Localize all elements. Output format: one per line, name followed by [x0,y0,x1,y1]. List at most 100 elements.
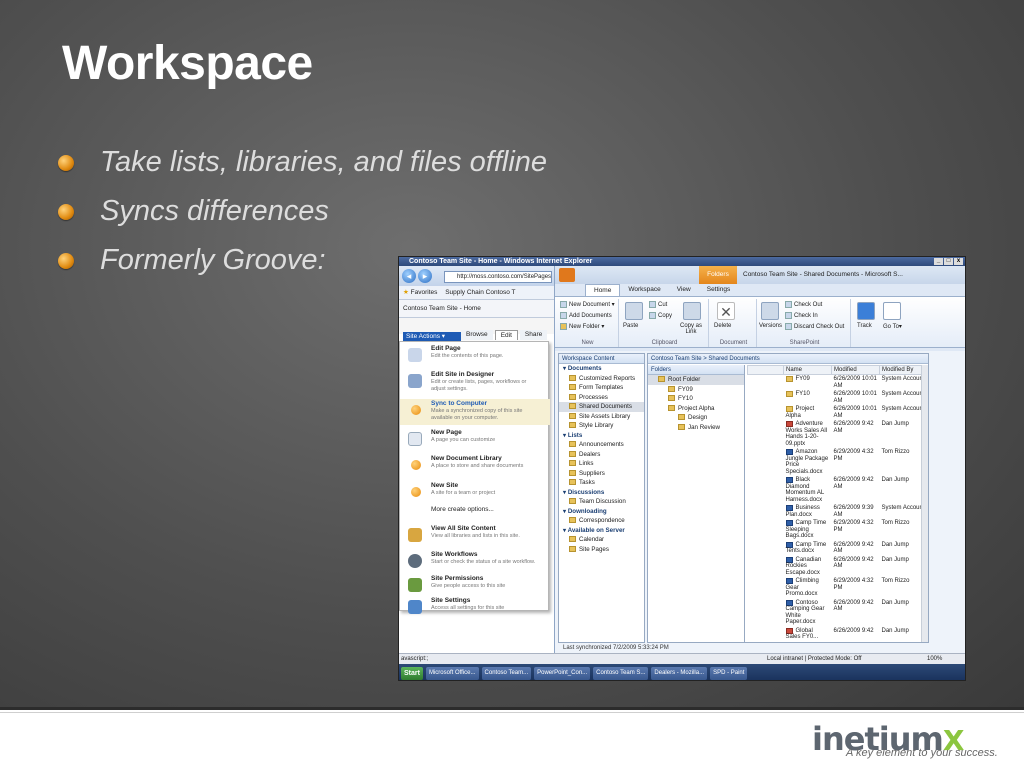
tree-item[interactable]: Correspondence [559,516,644,526]
paste-icon[interactable] [625,302,643,320]
folder-item[interactable]: Project Alpha [648,404,744,414]
close-icon[interactable]: x [954,258,963,265]
tab-settings[interactable]: Settings [699,284,739,296]
menu-item-more-create[interactable]: More create options... [400,504,550,518]
tree-item[interactable]: Site Assets Library [559,412,644,422]
add-documents-button[interactable]: Add Documents [560,312,612,319]
table-row[interactable]: Amazon Jungle Package Price Specials.doc… [748,448,928,476]
table-row[interactable]: Project Alpha 6/26/2009 10:01 AM System Ac… [748,405,928,420]
tab-share[interactable]: Share [519,330,548,340]
table-row[interactable]: Canadian Rockies Escape.docx 6/26/2009 9:… [748,556,928,578]
table-row[interactable]: Contoso Camping Gear White Paper.docx 6/2… [748,599,928,627]
tree-section-header[interactable]: ▾ Lists [559,431,644,441]
address-bar[interactable]: http://moss.contoso.com/SitePages [444,271,552,283]
versions-icon[interactable] [761,302,779,320]
tab-home[interactable]: Home [585,284,621,296]
menu-item-site-permissions[interactable]: Site Permissions Give people access to th… [400,574,550,598]
tree-item[interactable]: Team Discussion [559,497,644,507]
table-row[interactable]: Black Diamond Momentum AL Harness.docx 6/… [748,476,928,504]
menu-item-edit-page[interactable]: Edit Page Edit the contents of this page. [400,344,550,368]
tab-workspace[interactable]: Workspace [620,284,668,296]
maximize-icon[interactable]: □ [944,258,953,265]
tree-item[interactable]: Calendar [559,535,644,545]
folder-item[interactable]: Jan Review [648,423,744,433]
start-button[interactable]: Start [401,666,423,680]
check-out-button[interactable]: Check Out [785,301,822,308]
tab-browse[interactable]: Browse [461,330,493,340]
new-folder-button[interactable]: New Folder ▾ [560,323,604,330]
table-row[interactable]: Business Plan.docx 6/26/2009 9:39 AM Syste… [748,504,928,519]
tree-section-header[interactable]: ▾ Available on Server [559,526,644,536]
taskbar-item[interactable]: SPD - Paint [710,666,748,680]
tree-item[interactable]: Processes [559,393,644,403]
track-button[interactable]: Track [857,323,872,329]
table-row[interactable]: FY10 6/26/2009 10:01 AM System Account [748,390,928,405]
column-modified[interactable]: Modified [831,365,880,375]
menu-item-site-workflows[interactable]: Site Workflows Start or check the status … [400,550,550,574]
tree-item[interactable]: Tasks [559,478,644,488]
table-row[interactable]: Camp Time Tents.docx 6/26/2009 9:42 AM Dan… [748,541,928,556]
tab-view[interactable]: View [669,284,699,296]
tree-section-header[interactable]: ▾ Downloading [559,507,644,517]
menu-item-new-doc-library[interactable]: New Document Library A place to store and… [400,454,550,480]
check-in-button[interactable]: Check In [785,312,818,319]
taskbar-item[interactable]: Dealers - Mozilla... [651,666,708,680]
tree-item[interactable]: Form Templates [559,383,644,393]
folders-context-tab[interactable]: Folders [699,266,737,284]
tree-item[interactable]: Announcements [559,440,644,450]
tree-item[interactable]: Customized Reports [559,374,644,384]
menu-item-new-page[interactable]: New Page A page you can customize [400,428,550,452]
zoom-level[interactable]: 100% [927,654,942,664]
table-row[interactable]: FY09 6/26/2009 10:01 AM System Account [748,375,928,391]
tree-item[interactable]: Suppliers [559,469,644,479]
versions-button[interactable]: Versions [759,323,782,329]
tree-item[interactable]: Style Library [559,421,644,431]
folder-item[interactable]: FY10 [648,394,744,404]
discard-check-out-button[interactable]: Discard Check Out [785,323,844,330]
copy-as-link-icon[interactable] [683,302,701,320]
folder-item[interactable]: Design [648,413,744,423]
paste-button[interactable]: Paste [623,323,638,329]
table-row[interactable]: Climbing Gear Promo.docx 6/29/2009 4:32 P… [748,577,928,599]
tree-section-header[interactable]: ▾ Discussions [559,488,644,498]
menu-item-view-all-content[interactable]: View All Site Content View all libraries … [400,524,550,552]
table-row[interactable]: Camp Time Sleeping Bags.docx 6/29/2009 4:… [748,519,928,541]
tree-item[interactable]: Site Pages [559,545,644,555]
browser-tab[interactable]: Contoso Team Site - Home [399,300,554,318]
copy-button[interactable]: Copy [649,312,672,319]
cut-button[interactable]: Cut [649,301,667,308]
forward-arrow-icon[interactable]: ▸ [418,269,432,283]
tree-item[interactable]: Shared Documents [559,402,644,412]
tree-item[interactable]: Links [559,459,644,469]
column-icons[interactable] [747,365,784,375]
column-name[interactable]: Name [783,365,832,375]
menu-item-site-settings[interactable]: Site Settings Access all settings for thi… [400,596,550,614]
taskbar-item[interactable]: Microsoft Office... [425,666,479,680]
taskbar-item[interactable]: PowerPoint_Con... [534,666,591,680]
folder-item[interactable]: FY09 [648,385,744,395]
table-row[interactable]: Adventure Works Sales All Hands 1-20-09.… [748,420,928,448]
tree-item[interactable]: Dealers [559,450,644,460]
file-list-scrollbar[interactable] [921,365,928,642]
menu-item-sync-to-computer[interactable]: Sync to Computer Make a synchronized copy… [400,399,550,425]
minimize-icon[interactable]: _ [934,258,943,265]
tree-section-header[interactable]: ▾ Documents [559,364,644,374]
delete-button[interactable]: Delete [714,323,731,329]
go-to-button[interactable]: Go To▾ [883,323,902,330]
favorites-label[interactable]: Favorites [411,289,438,296]
menu-item-new-site[interactable]: New Site A site for a team or project [400,481,550,505]
table-row[interactable]: Global Sales FY0... 6/26/2009 9:42 Dan Jum… [748,627,928,642]
track-icon[interactable] [857,302,875,320]
menu-item-edit-designer[interactable]: Edit Site in Designer Edit or create list… [400,370,550,398]
taskbar-item[interactable]: Contoso Team... [481,666,532,680]
delete-icon[interactable]: ✕ [717,302,735,320]
new-document-button[interactable]: New Document ▾ [560,301,615,308]
favorites-items[interactable]: Supply Chain Contoso T [445,289,515,296]
copy-as-link-button[interactable]: Copy as Link [676,323,706,335]
folder-root[interactable]: Root Folder [648,375,744,385]
taskbar-item[interactable]: Contoso Team S... [593,666,649,680]
app-menu-button[interactable] [559,268,575,282]
go-to-icon[interactable] [883,302,901,320]
favorites-star-icon[interactable]: ★ [403,289,409,296]
back-arrow-icon[interactable]: ◂ [402,269,416,283]
